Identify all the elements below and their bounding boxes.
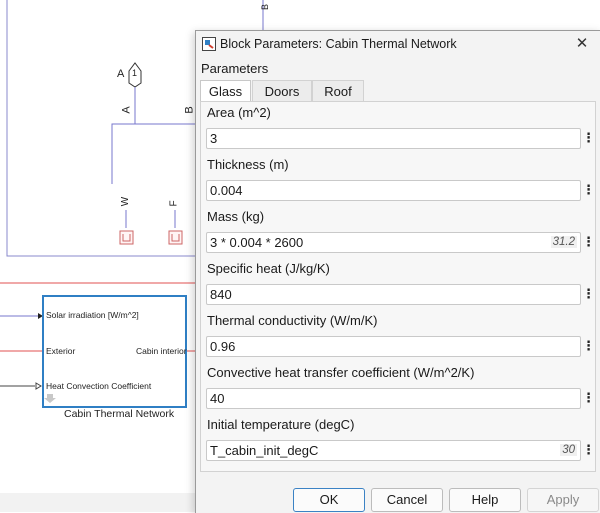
port-label-w: W	[120, 196, 132, 207]
specific-heat-value: 840	[210, 287, 232, 302]
close-icon[interactable]: ✕	[572, 34, 592, 54]
initial-temperature-value: T_cabin_init_degC	[210, 443, 319, 458]
param-label-mass: Mass (kg)	[207, 209, 265, 224]
tab-doors[interactable]: Doors	[252, 80, 312, 102]
area-input[interactable]: 3	[206, 128, 581, 149]
port-label-a: A	[120, 106, 133, 114]
dialog-titlebar[interactable]: Block Parameters: Cabin Thermal Network …	[196, 31, 600, 59]
convective-coefficient-value: 40	[210, 391, 225, 406]
glass-parameters-panel: Area (m^2) 3 ⋮ Thickness (m) 0.004 ⋮ Mas…	[200, 101, 596, 472]
apply-button[interactable]: Apply	[527, 488, 599, 512]
param-label-specific-heat: Specific heat (J/kg/K)	[207, 261, 330, 276]
heat-arrow-icon	[35, 382, 42, 390]
initial-temperature-menu-icon[interactable]: ⋮	[582, 440, 595, 459]
tab-roof[interactable]: Roof	[312, 80, 364, 102]
block-port-exterior: Exterior	[46, 346, 76, 356]
specific-heat-input[interactable]: 840	[206, 284, 581, 305]
canvas-bottom-band	[0, 493, 196, 512]
mass-value: 3 * 0.004 * 2600	[210, 235, 304, 250]
mass-evaluated-value: 31.2	[550, 236, 577, 248]
port-label-f: F	[168, 200, 180, 207]
help-button[interactable]: Help	[449, 488, 521, 512]
simulink-block-icon	[202, 37, 216, 51]
block-port-cabin: Cabin interior	[136, 346, 187, 356]
block-port-solar: Solar irradiation [W/m^2]	[46, 310, 139, 320]
thermal-conductivity-menu-icon[interactable]: ⋮	[582, 336, 595, 355]
param-label-area: Area (m^2)	[207, 105, 271, 120]
thickness-menu-icon[interactable]: ⋮	[582, 180, 595, 199]
thermal-conductivity-value: 0.96	[210, 339, 236, 354]
signal-line-junction	[111, 123, 196, 184]
tab-glass[interactable]: Glass	[200, 80, 251, 102]
specific-heat-menu-icon[interactable]: ⋮	[582, 284, 595, 303]
block-port-heat: Heat Convection Coefficient	[46, 381, 152, 391]
area-value: 3	[210, 131, 218, 146]
thickness-value: 0.004	[210, 183, 243, 198]
initial-temperature-evaluated-value: 30	[560, 444, 577, 456]
initial-temperature-input[interactable]: T_cabin_init_degC 30	[206, 440, 581, 461]
dialog-title: Block Parameters: Cabin Thermal Network	[220, 37, 457, 51]
subsystem-boundary	[6, 0, 196, 257]
block-name-label[interactable]: Cabin Thermal Network	[64, 408, 174, 420]
area-menu-icon[interactable]: ⋮	[582, 128, 595, 147]
convective-coefficient-menu-icon[interactable]: ⋮	[582, 388, 595, 407]
dialog-button-bar: OK Cancel Help Apply	[196, 483, 600, 513]
cancel-button[interactable]: Cancel	[371, 488, 443, 512]
parameters-section-header: Parameters	[201, 61, 269, 76]
param-label-initial-temperature: Initial temperature (degC)	[207, 417, 355, 432]
terminator-f-block[interactable]	[168, 230, 183, 245]
convective-coefficient-input[interactable]: 40	[206, 388, 581, 409]
mass-menu-icon[interactable]: ⋮	[582, 232, 595, 251]
thickness-input[interactable]: 0.004	[206, 180, 581, 201]
port-label-top-b: B	[260, 3, 271, 11]
mass-input[interactable]: 3 * 0.004 * 2600 31.2	[206, 232, 581, 253]
param-label-thermal-conductivity: Thermal conductivity (W/m/K)	[207, 313, 378, 328]
inport-a-number: 1	[132, 68, 138, 78]
inport-a-label: A	[117, 68, 125, 80]
terminator-w-block[interactable]	[119, 230, 134, 245]
ok-button[interactable]: OK	[293, 488, 365, 512]
block-parameters-dialog: Block Parameters: Cabin Thermal Network …	[195, 30, 600, 513]
param-label-convective-coefficient: Convective heat transfer coefficient (W/…	[207, 365, 475, 380]
port-label-b: B	[183, 106, 196, 114]
thermal-conductivity-input[interactable]: 0.96	[206, 336, 581, 357]
param-label-thickness: Thickness (m)	[207, 157, 289, 172]
